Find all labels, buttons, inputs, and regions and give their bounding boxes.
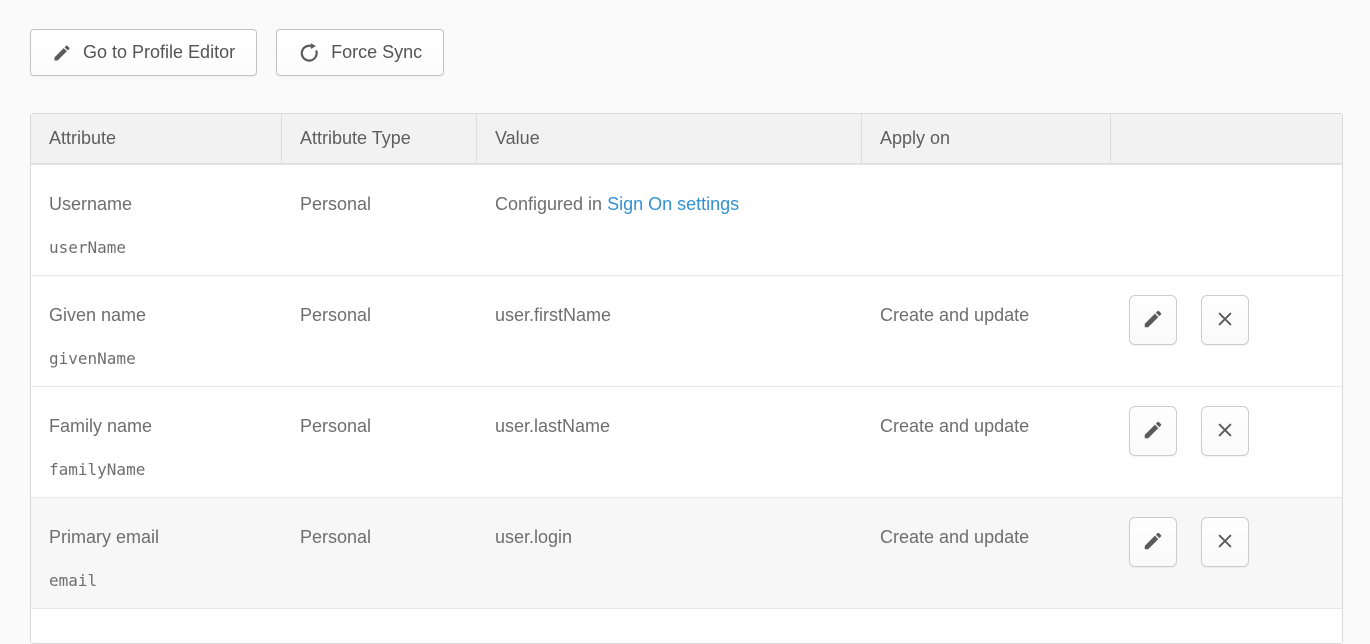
attribute-type-cell: Personal (282, 498, 477, 608)
attribute-cell: Username userName (31, 165, 282, 275)
value-cell: Configured in Sign On settings (477, 165, 862, 275)
header-actions (1111, 114, 1342, 163)
attribute-display-name: Family name (49, 416, 152, 436)
table-row-username: Username userName Personal Configured in… (31, 164, 1342, 275)
delete-attribute-button[interactable] (1201, 406, 1249, 456)
edit-attribute-button[interactable] (1129, 517, 1177, 567)
attribute-display-name: Username (49, 194, 132, 214)
attribute-type-cell: Personal (282, 387, 477, 497)
header-attribute: Attribute (31, 114, 282, 163)
apply-on-cell: Create and update (862, 498, 1111, 608)
force-sync-button[interactable]: Force Sync (276, 29, 444, 76)
edit-icon (1142, 308, 1164, 333)
actions-cell-empty (1111, 165, 1342, 275)
value-prefix-text: Configured in (495, 194, 607, 214)
force-sync-label: Force Sync (331, 42, 422, 63)
apply-on-cell: Create and update (862, 387, 1111, 497)
edit-attribute-button[interactable] (1129, 295, 1177, 345)
table-row-primary-email: Primary email email Personal user.login … (31, 497, 1342, 608)
value-cell: user.lastName (477, 387, 862, 497)
value-cell: user.login (477, 498, 862, 608)
header-value: Value (477, 114, 862, 163)
table-row-given-name: Given name givenName Personal user.first… (31, 275, 1342, 386)
header-apply-on: Apply on (862, 114, 1111, 163)
attribute-type-cell: Personal (282, 276, 477, 386)
actions-cell (1111, 498, 1342, 608)
attribute-display-name: Primary email (49, 527, 159, 547)
apply-on-cell: Create and update (862, 276, 1111, 386)
delete-attribute-button[interactable] (1201, 517, 1249, 567)
go-to-profile-editor-label: Go to Profile Editor (83, 42, 235, 63)
attribute-cell: Family name familyName (31, 387, 282, 497)
attribute-variable-name: givenName (49, 349, 270, 368)
attribute-variable-name: email (49, 571, 270, 590)
header-attribute-type: Attribute Type (282, 114, 477, 163)
attribute-cell: Primary email email (31, 498, 282, 608)
sync-icon (298, 42, 320, 64)
delete-icon (1215, 309, 1235, 332)
value-cell: user.firstName (477, 276, 862, 386)
attribute-variable-name: userName (49, 238, 270, 257)
attribute-variable-name: familyName (49, 460, 270, 479)
attribute-cell: Given name givenName (31, 276, 282, 386)
edit-icon (1142, 419, 1164, 444)
edit-attribute-button[interactable] (1129, 406, 1177, 456)
sign-on-settings-link[interactable]: Sign On settings (607, 194, 739, 214)
attribute-mapping-table: Attribute Attribute Type Value Apply on … (30, 113, 1343, 644)
table-header-row: Attribute Attribute Type Value Apply on (31, 114, 1342, 164)
delete-icon (1215, 420, 1235, 443)
delete-icon (1215, 531, 1235, 554)
actions-cell (1111, 276, 1342, 386)
edit-icon (1142, 530, 1164, 555)
toolbar: Go to Profile Editor Force Sync (30, 29, 1370, 76)
attribute-display-name: Given name (49, 305, 146, 325)
actions-cell (1111, 387, 1342, 497)
table-row-partial (31, 608, 1342, 643)
delete-attribute-button[interactable] (1201, 295, 1249, 345)
go-to-profile-editor-button[interactable]: Go to Profile Editor (30, 29, 257, 76)
attribute-type-cell: Personal (282, 165, 477, 275)
pencil-icon (52, 43, 72, 63)
table-row-family-name: Family name familyName Personal user.las… (31, 386, 1342, 497)
apply-on-cell (862, 165, 1111, 275)
